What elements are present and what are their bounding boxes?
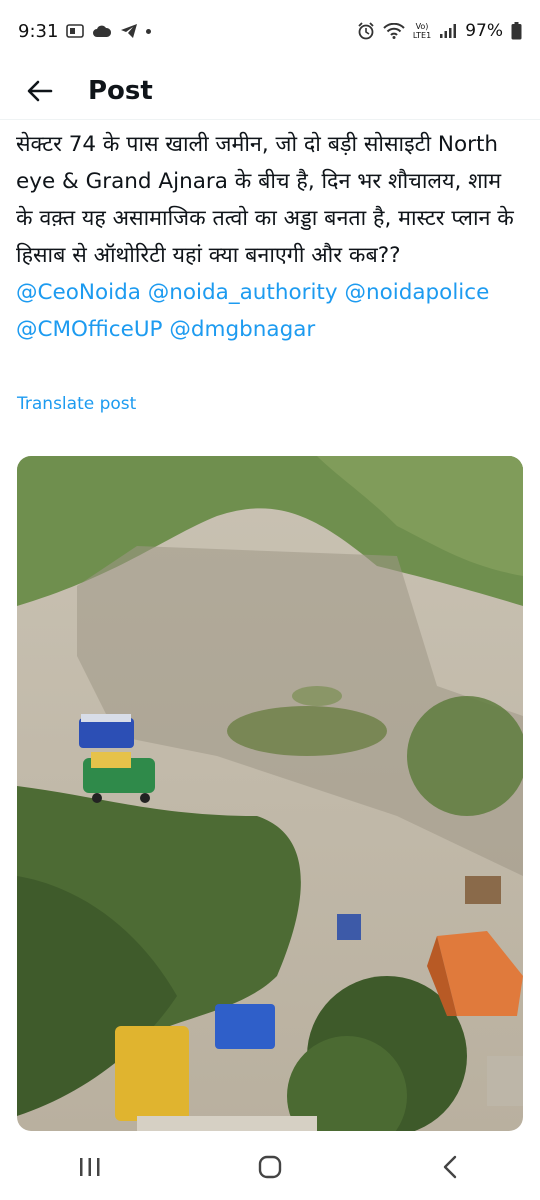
mention-link[interactable]: @noidapolice bbox=[344, 280, 489, 305]
status-time: 9:31 bbox=[18, 20, 59, 42]
network-label-bottom: LTE1 bbox=[412, 31, 432, 40]
app-header: Post bbox=[0, 62, 540, 120]
post-image[interactable] bbox=[17, 456, 523, 1131]
system-nav-bar bbox=[0, 1133, 540, 1200]
recent-apps-icon bbox=[80, 1157, 100, 1176]
status-bar: 9:31 Vo) LTE1 97% bbox=[0, 0, 540, 62]
aerial-photo bbox=[17, 456, 523, 1131]
dot-icon bbox=[146, 28, 152, 34]
mention-link[interactable]: @CeoNoida bbox=[16, 280, 141, 305]
mention-link[interactable]: @CMOfficeUP bbox=[16, 317, 163, 342]
network-label-top: Vo) bbox=[415, 22, 429, 31]
translate-post-link[interactable]: Translate post bbox=[17, 394, 136, 414]
back-icon bbox=[443, 1155, 457, 1178]
mention-link[interactable]: @dmgbnagar bbox=[169, 317, 315, 342]
alarm-icon bbox=[357, 22, 375, 40]
battery-percent: 97% bbox=[465, 21, 503, 41]
battery-icon bbox=[511, 22, 522, 40]
mention-link[interactable]: @noida_authority bbox=[148, 280, 338, 305]
wifi-icon bbox=[383, 23, 405, 39]
sim-icon bbox=[66, 24, 85, 38]
status-left: 9:31 bbox=[18, 20, 152, 42]
post-text: सेक्टर 74 के पास खाली जमीन, जो दो बड़ी स… bbox=[16, 126, 524, 348]
back-button[interactable] bbox=[16, 67, 64, 115]
page-title: Post bbox=[88, 75, 153, 106]
network-type-label: Vo) LTE1 bbox=[413, 22, 431, 40]
arrow-left-icon bbox=[27, 80, 53, 101]
recent-apps-button[interactable] bbox=[60, 1147, 120, 1187]
cloud-icon bbox=[92, 25, 112, 38]
system-back-button[interactable] bbox=[420, 1147, 480, 1187]
post-body-text: सेक्टर 74 के पास खाली जमीन, जो दो बड़ी स… bbox=[16, 132, 514, 268]
home-icon bbox=[258, 1155, 282, 1178]
telegram-icon bbox=[120, 23, 138, 39]
signal-icon bbox=[439, 23, 457, 39]
status-right: Vo) LTE1 97% bbox=[357, 21, 522, 41]
home-button[interactable] bbox=[240, 1147, 300, 1187]
